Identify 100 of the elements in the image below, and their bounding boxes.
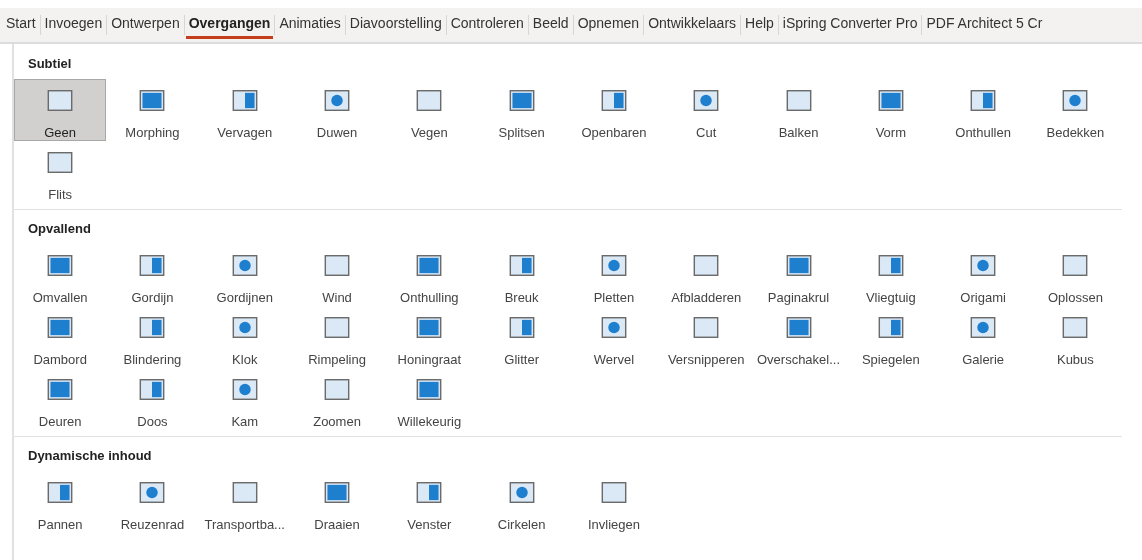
transition-option[interactable]: Afbladderen (660, 244, 753, 306)
slide-transition-icon (324, 482, 351, 503)
transition-option[interactable]: Vegen (383, 79, 476, 141)
slide-transition-icon (508, 255, 535, 276)
slide-transition-icon (231, 255, 258, 276)
transition-option[interactable]: Zoomen (290, 368, 384, 430)
slide-transition-icon (139, 482, 166, 503)
slide-transition-icon (47, 152, 74, 173)
transition-option[interactable]: Gordijnen (198, 244, 291, 306)
slide-transition-icon (693, 317, 720, 338)
transition-option[interactable]: Kam (198, 368, 291, 430)
ribbon-tab[interactable]: PDF Architect 5 Cr (923, 11, 1046, 39)
slide-transition-icon (47, 255, 74, 276)
transition-option[interactable]: Spiegelen (844, 306, 937, 368)
slide-transition-icon (600, 317, 627, 338)
ribbon-tab[interactable]: Ontwerpen (108, 11, 183, 39)
transition-option[interactable]: Openbaren (567, 79, 661, 141)
transition-option[interactable]: Wervel (567, 306, 661, 368)
transition-option[interactable]: Oplossen (1029, 244, 1122, 306)
ribbon-tab[interactable]: Controleren (447, 11, 527, 39)
slide-transition-icon (970, 317, 997, 338)
slide-transition-icon (324, 90, 351, 111)
slide-transition-icon (47, 379, 74, 400)
transition-option[interactable]: Geen (14, 79, 107, 141)
transition-option[interactable]: Deuren (14, 368, 107, 430)
transition-option[interactable]: Venster (383, 471, 476, 533)
transition-option[interactable]: Wind (290, 244, 384, 306)
slide-transition-icon (324, 317, 351, 338)
transition-option[interactable]: Klok (198, 306, 291, 368)
transition-option[interactable]: Doos (106, 368, 199, 430)
slide-transition-icon (47, 90, 74, 111)
slide-transition-icon (47, 317, 74, 338)
slide-transition-icon (600, 255, 627, 276)
transition-option[interactable]: Bedekken (1029, 79, 1122, 141)
slide-transition-icon (877, 317, 904, 338)
ribbon-tab[interactable]: Opnemen (574, 11, 643, 39)
transition-option[interactable]: Onthullen (936, 79, 1030, 141)
slide-transition-icon (324, 379, 351, 400)
transition-option[interactable]: Duwen (290, 79, 384, 141)
transition-option[interactable]: Flits (14, 141, 107, 203)
slide-transition-icon (785, 90, 812, 111)
transition-option[interactable]: Cut (660, 79, 753, 141)
transition-option[interactable]: Rimpeling (290, 306, 384, 368)
ribbon-tab[interactable]: Animaties (276, 11, 344, 39)
slide-transition-icon (47, 482, 74, 503)
transition-option[interactable]: Blindering (106, 306, 199, 368)
transition-option[interactable]: Cirkelen (475, 471, 568, 533)
slide-transition-icon (785, 255, 812, 276)
slide-transition-icon (600, 90, 627, 111)
transition-option[interactable]: Overschakel... (752, 306, 845, 368)
transition-option[interactable]: Pletten (567, 244, 661, 306)
slide-transition-icon (231, 90, 258, 111)
transition-option[interactable]: Willekeurig (383, 368, 476, 430)
slide-transition-icon (508, 90, 535, 111)
transition-option[interactable]: Invliegen (567, 471, 661, 533)
slide-transition-icon (785, 317, 812, 338)
ribbon-tab[interactable]: Start (3, 11, 39, 39)
transition-option[interactable]: Dambord (14, 306, 107, 368)
slide-transition-icon (231, 317, 258, 338)
slide-transition-icon (139, 255, 166, 276)
transition-option[interactable]: Paginakrul (752, 244, 845, 306)
slide-transition-icon (877, 255, 904, 276)
slide-transition-icon (416, 482, 443, 503)
transition-option[interactable]: Vervagen (198, 79, 291, 141)
transition-option[interactable]: Breuk (475, 244, 568, 306)
slide-transition-icon (508, 482, 535, 503)
slide-transition-icon (693, 255, 720, 276)
transition-option[interactable]: Reuzenrad (106, 471, 199, 533)
transition-option[interactable]: Onthulling (383, 244, 476, 306)
ribbon-tab[interactable]: Invoegen (41, 11, 106, 39)
transition-option[interactable]: Transportba... (198, 471, 291, 533)
slide-transition-icon (600, 482, 627, 503)
transition-option[interactable]: Splitsen (475, 79, 568, 141)
transition-option[interactable]: Draaien (290, 471, 384, 533)
slide-transition-icon (416, 90, 443, 111)
ribbon-tab[interactable]: Ontwikkelaars (645, 11, 740, 39)
transition-option[interactable]: Vorm (844, 79, 937, 141)
transition-option[interactable]: Pannen (14, 471, 107, 533)
transition-option[interactable]: Glitter (475, 306, 568, 368)
ribbon-tab[interactable]: Diavoorstelling (346, 11, 445, 39)
transition-option[interactable]: Gordijn (106, 244, 199, 306)
ribbon-tab[interactable]: iSpring Converter Pro (779, 11, 921, 39)
section-heading: Subtiel (27, 55, 73, 73)
ribbon-tab[interactable]: Overgangen (185, 11, 274, 39)
slide-transition-icon (970, 255, 997, 276)
transition-option[interactable]: Honingraat (383, 306, 476, 368)
transition-option[interactable]: Morphing (106, 79, 199, 141)
transition-option[interactable]: Vliegtuig (844, 244, 937, 306)
ribbon-tab[interactable]: Help (742, 11, 777, 39)
slide-transition-icon (416, 379, 443, 400)
transition-option[interactable]: Balken (752, 79, 845, 141)
transition-option[interactable]: Galerie (936, 306, 1030, 368)
transition-option[interactable]: Origami (936, 244, 1030, 306)
transition-option[interactable]: Omvallen (14, 244, 107, 306)
transition-option[interactable]: Versnipperen (660, 306, 753, 368)
transition-option[interactable]: Kubus (1029, 306, 1122, 368)
slide-transition-icon (416, 317, 443, 338)
slide-transition-icon (508, 317, 535, 338)
ribbon-tab[interactable]: Beeld (529, 11, 572, 39)
section-heading: Dynamische inhoud (27, 447, 153, 465)
